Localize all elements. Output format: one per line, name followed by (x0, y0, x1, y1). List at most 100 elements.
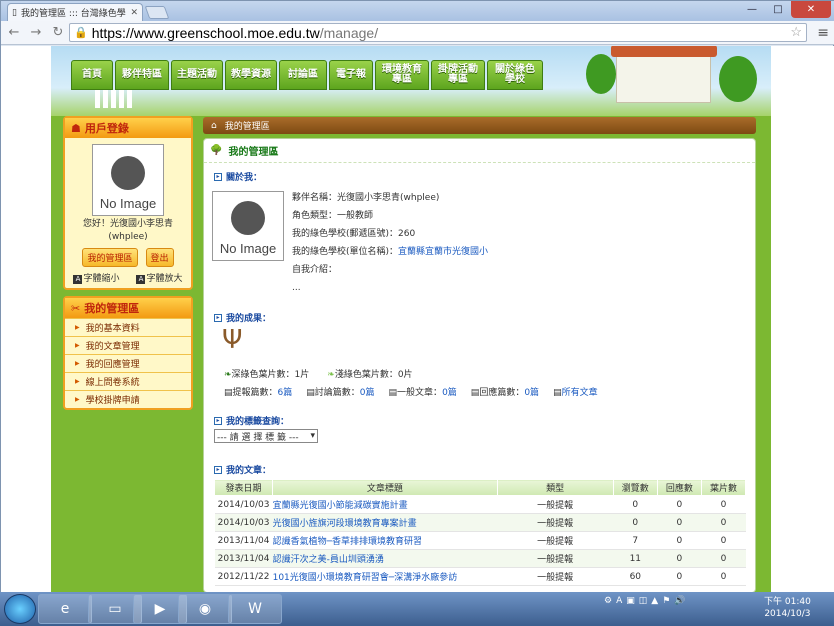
article-link[interactable]: 光復國小旌旗河段環境教育專案計畫 (272, 513, 498, 532)
home-icon[interactable]: ⌂ (211, 121, 217, 131)
back-icon[interactable]: ← (5, 24, 23, 42)
forward-icon[interactable]: → (27, 24, 45, 42)
field-label: 角色類型： (292, 211, 338, 221)
stat-item: ▤提報篇數：6篇 (224, 385, 292, 398)
start-button[interactable] (4, 594, 36, 624)
maximize-icon[interactable]: □ (765, 1, 791, 18)
nav-item[interactable]: 討論區 (279, 60, 327, 90)
no-image-icon (231, 201, 265, 235)
chrome-icon[interactable]: ◉ (178, 594, 232, 624)
tab-title: 我的管理區 ::: 台灣綠色學 (20, 9, 126, 19)
clock[interactable]: 下午 01:40 2014/10/3 (764, 596, 811, 620)
user-id: (whplee) (108, 232, 148, 242)
main-content: 🌳 我的管理區 ▸ 關於我： No Image 夥伴名稱：光復國小李思青(whple… (203, 138, 756, 593)
table-row: 2013/11/04 認識汗次之美-員山圳頭湧湧 一般提報 11 0 0 (214, 549, 746, 568)
breadcrumb: ⌂ 我的管理區 (203, 117, 756, 134)
all-articles-link[interactable]: 所有文章 (562, 388, 598, 398)
address-bar[interactable]: 🔒 https://www.greenschool.moe.edu.tw /ma… (69, 23, 807, 42)
tray-icon[interactable]: ⚙ (604, 596, 612, 606)
stat-label: 討論篇數： (314, 388, 360, 398)
doc-icon: ▤ (388, 388, 398, 398)
tray-icon[interactable]: A (616, 596, 622, 606)
menu-icon[interactable]: ≡ (817, 25, 829, 41)
no-image-text: No Image (219, 241, 277, 256)
new-tab-button[interactable] (144, 6, 170, 19)
volume-icon[interactable]: 🔊 (674, 596, 685, 606)
reload-icon[interactable]: ↻ (49, 24, 67, 42)
tray-icon[interactable]: ⚑ (662, 596, 670, 606)
close-window-icon[interactable]: ✕ (791, 1, 831, 18)
nav-item[interactable]: 掛牌活動專區 (431, 60, 485, 90)
browser-window: ▯ 我的管理區 ::: 台灣綠色學 ✕ — □ ✕ ← → ↻ 🔒 https:… (0, 0, 834, 593)
system-tray: ⚙ A ▣ ◫ ▲ ⚑ 🔊 (604, 596, 686, 606)
browser-tab[interactable]: ▯ 我的管理區 ::: 台灣綠色學 ✕ (7, 3, 143, 21)
cell-date: 2013/11/04 (214, 549, 273, 568)
page-viewport: 首頁 夥伴特區 主題活動 教學資源 討論區 電子報 環境教育專區 掛牌活動專區 … (1, 46, 834, 593)
col-header[interactable]: 發表日期 (213, 479, 274, 496)
menu-item-survey[interactable]: 線上問卷系統 (65, 372, 191, 390)
cell-type: 一般提報 (497, 531, 614, 550)
article-link[interactable]: 宜蘭縣光復國小節能減碳實施計畫 (272, 495, 498, 514)
field-row: 角色類型：一般教師 (292, 207, 488, 225)
menu-item-profile[interactable]: 我的基本資料 (65, 318, 191, 336)
field-value: 一般教師 (337, 211, 374, 221)
menu-item-plaque[interactable]: 學校掛牌申請 (65, 390, 191, 408)
font-smaller-button[interactable]: A 字體縮小 (73, 271, 120, 284)
col-header[interactable]: 瀏覽數 (612, 479, 658, 496)
greeting: 您好！光復國小李思青 (82, 219, 173, 229)
stat-value[interactable]: 0篇 (442, 388, 457, 398)
field-row: 夥伴名稱：光復國小李思青(whplee) (292, 189, 488, 207)
cell-replies: 0 (657, 531, 702, 550)
tab-strip: ▯ 我的管理區 ::: 台灣綠色學 ✕ — □ ✕ (1, 1, 834, 21)
col-header[interactable]: 葉片數 (700, 479, 747, 496)
nav-item[interactable]: 首頁 (71, 60, 113, 90)
page-title-text: 我的管理區 (228, 147, 279, 158)
cell-date: 2012/11/22 (214, 567, 273, 586)
col-header[interactable]: 回應數 (656, 479, 702, 496)
tray-icon[interactable]: ▲ (651, 596, 658, 606)
tray-icon[interactable]: ▣ (626, 596, 635, 606)
nav-item[interactable]: 環境教育專區 (375, 60, 429, 90)
section-icon: ▸ (214, 172, 222, 181)
close-tab-icon[interactable]: ✕ (130, 8, 138, 18)
font-a-icon: A (73, 275, 83, 284)
stat-value[interactable]: 6篇 (278, 388, 293, 398)
nav-item[interactable]: 教學資源 (225, 60, 277, 90)
field-value: ... (292, 283, 301, 293)
article-link[interactable]: 認識汗次之美-員山圳頭湧湧 (272, 549, 498, 568)
leaf-icon: ❧ (224, 370, 232, 380)
font-larger-button[interactable]: A 字體放大 (136, 271, 183, 284)
ie-icon[interactable]: e (38, 594, 92, 624)
nav-item[interactable]: 夥伴特區 (115, 60, 169, 90)
my-manage-button[interactable]: 我的管理區 (82, 248, 138, 267)
nav-item[interactable]: 電子報 (329, 60, 373, 90)
tray-icon[interactable]: ◫ (639, 596, 648, 606)
login-box: ☗ 用戶登錄 No Image 您好！光復國小李思青 (whplee) 我的管理區… (63, 116, 193, 290)
login-title: ☗ 用戶登錄 (65, 118, 191, 138)
article-link[interactable]: 認識香氣植物─香草排排環境教育研習 (272, 531, 498, 550)
stat-value[interactable]: 0篇 (360, 388, 375, 398)
menu-item-articles[interactable]: 我的文章管理 (65, 336, 191, 354)
bookmark-star-icon[interactable]: ☆ (790, 24, 802, 40)
nav-item[interactable]: 關於綠色學校 (487, 60, 543, 90)
tree-decoration (586, 54, 616, 94)
lock-icon: 🔒 (74, 27, 88, 39)
doc-icon: ▤ (224, 388, 233, 398)
word-icon[interactable]: W (228, 594, 282, 624)
stat-value[interactable]: 0篇 (524, 388, 539, 398)
minimize-icon[interactable]: — (739, 1, 765, 18)
page-icon: ▯ (12, 7, 17, 18)
breadcrumb-current: 我的管理區 (224, 122, 270, 132)
school-link[interactable]: 宜蘭縣宜蘭市光復國小 (398, 247, 488, 257)
menu-item-replies[interactable]: 我的回應管理 (65, 354, 191, 372)
logout-button[interactable]: 登出 (145, 248, 174, 267)
col-header[interactable]: 文章標題 (272, 479, 498, 496)
col-header[interactable]: 類型 (496, 479, 614, 496)
cell-leaves: 0 (701, 531, 746, 550)
tag-select[interactable]: --- 請 選 擇 標 籤 --- ▾ (214, 429, 318, 443)
cell-leaves: 0 (701, 567, 746, 586)
article-link[interactable]: 101光復國小環境教育研習會─深溝淨水廠參訪 (272, 567, 498, 586)
nav-item[interactable]: 主題活動 (171, 60, 223, 90)
profile-fields: 夥伴名稱：光復國小李思青(whplee) 角色類型：一般教師 我的綠色學校(郵遞… (292, 189, 488, 297)
table-row: 2014/10/03 光復國小旌旗河段環境教育專案計畫 一般提報 0 0 0 (214, 513, 746, 532)
